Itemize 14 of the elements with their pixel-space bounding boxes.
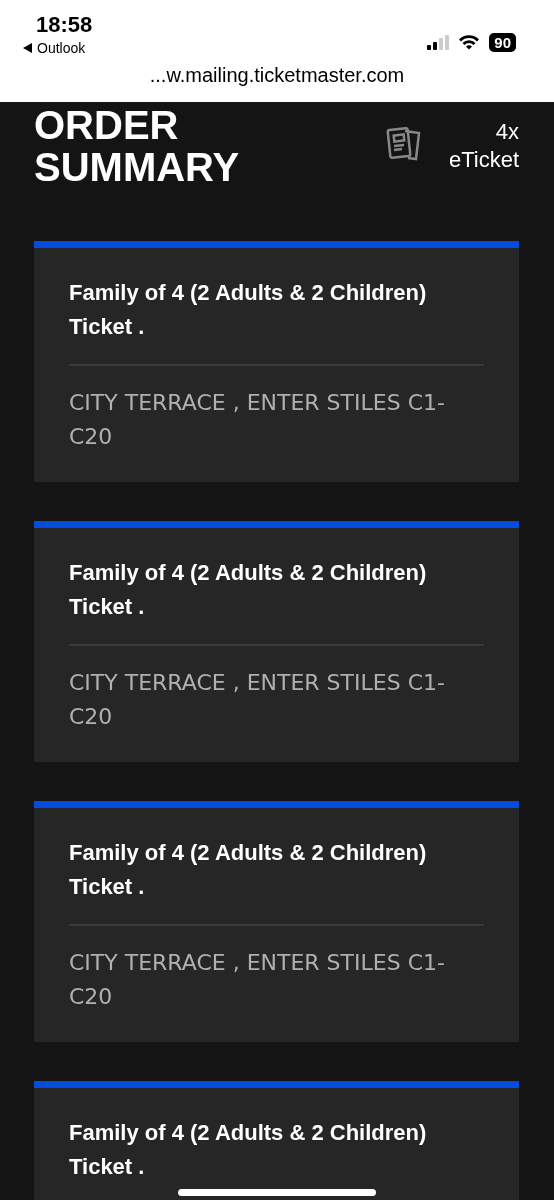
clock-time: 18:58	[36, 12, 93, 38]
ticket-title: Family of 4 (2 Adults & 2 Children) Ticket .	[69, 279, 428, 341]
ticket-title: Family of 4 (2 Adults & 2 Children) Ticket .	[69, 1119, 428, 1181]
back-link[interactable]: Outlook	[23, 40, 86, 56]
ticket-type: eTicket	[448, 146, 519, 174]
ticket-count: 4x	[495, 118, 519, 146]
ticket-venue: CITY TERRACE , ENTER STILES C1-C20	[69, 669, 446, 731]
battery-level: 90	[489, 32, 516, 52]
page-title: ORDER SUMMARY	[34, 102, 241, 188]
ticket-venue: CITY TERRACE , ENTER STILES C1-C20	[69, 949, 446, 1011]
ticket-title: Family of 4 (2 Adults & 2 Children) Ticket .	[69, 559, 428, 621]
ticket-title: Family of 4 (2 Adults & 2 Children) Ticket .	[69, 839, 428, 901]
ticket-venue: CITY TERRACE , ENTER STILES C1-C20	[69, 389, 446, 451]
address-bar-url[interactable]: ...w.mailing.ticketmaster.com	[0, 64, 554, 87]
